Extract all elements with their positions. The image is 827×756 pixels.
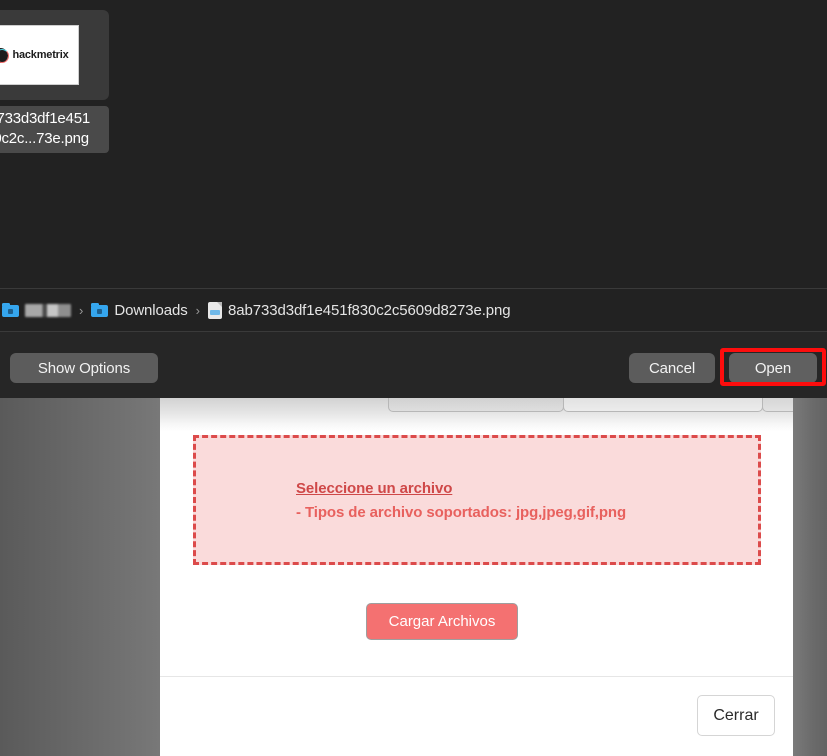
path-separator-1: › <box>79 302 84 318</box>
open-button[interactable]: Open <box>729 353 817 383</box>
file-name-line-1: 8ab733d3df1e451 <box>0 110 90 127</box>
file-name-line-2: f830c2c...73e.png <box>0 130 89 147</box>
folder-icon <box>2 303 19 317</box>
dropzone-supported-types-label: - Tipos de archivo soportados: jpg,jpeg,… <box>296 503 627 521</box>
path-segment-file[interactable]: 8ab733d3df1e451f830c2c5609d8273e.png <box>208 301 511 319</box>
upload-modal: Seleccione un archivo - Tipos de archivo… <box>160 398 793 756</box>
hackmetrix-circle-icon <box>0 47 9 63</box>
dropzone-select-file-link[interactable]: Seleccione un archivo <box>296 480 758 497</box>
partial-control-filename[interactable] <box>388 398 564 412</box>
path-bar: › Downloads › 8ab733d3df1e451f830c2c5609… <box>0 289 827 331</box>
partial-control-browse[interactable] <box>563 398 763 412</box>
file-dropzone[interactable]: Seleccione un archivo - Tipos de archivo… <box>193 435 761 565</box>
modal-footer-divider <box>160 676 793 677</box>
path-segment-downloads[interactable]: Downloads <box>91 301 188 319</box>
hackmetrix-logo-text: hackmetrix <box>12 49 69 61</box>
file-item-selected[interactable]: hackmetrix 8ab733d3df1e451 f830c2c...73e… <box>0 10 109 153</box>
path-segment-downloads-label: Downloads <box>114 301 188 319</box>
file-thumbnail-background: hackmetrix <box>0 10 109 100</box>
path-segment-home[interactable] <box>2 303 71 317</box>
file-browser-area[interactable]: hackmetrix 8ab733d3df1e451 f830c2c...73e… <box>0 0 827 288</box>
redacted-username-label <box>25 303 71 317</box>
cancel-button[interactable]: Cancel <box>629 353 715 383</box>
file-chooser-dialog: hackmetrix 8ab733d3df1e451 f830c2c...73e… <box>0 0 827 398</box>
png-document-icon <box>208 301 222 319</box>
path-segment-file-label: 8ab733d3df1e451f830c2c5609d8273e.png <box>228 301 511 319</box>
screenshot-root: Seleccione un archivo - Tipos de archivo… <box>0 0 827 756</box>
file-chooser-button-bar: Show Options Cancel Open <box>0 332 827 398</box>
partial-control-action[interactable] <box>762 398 793 412</box>
folder-icon <box>91 303 109 317</box>
file-thumbnail-preview: hackmetrix <box>0 25 79 85</box>
path-separator-2: › <box>195 302 200 318</box>
upload-files-button[interactable]: Cargar Archivos <box>366 603 518 640</box>
page-backdrop-left <box>0 398 160 756</box>
partial-file-controls <box>388 398 793 412</box>
page-backdrop-right <box>793 398 827 756</box>
file-name-label: 8ab733d3df1e451 f830c2c...73e.png <box>0 106 109 153</box>
show-options-button[interactable]: Show Options <box>10 353 158 383</box>
close-button[interactable]: Cerrar <box>697 695 775 736</box>
